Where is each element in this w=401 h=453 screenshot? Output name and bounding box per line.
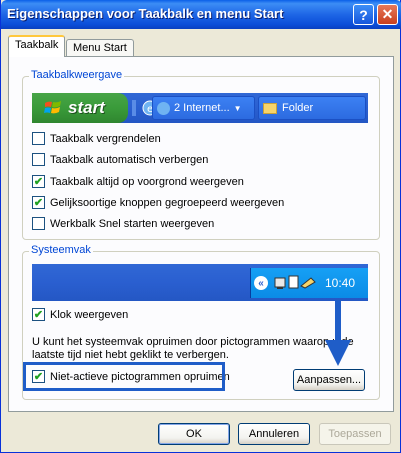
checkbox-verbergen[interactable] [32, 153, 45, 166]
clock-display: 10:40 [325, 276, 356, 290]
taskbar-item-internet: 2 Internet... ▼ [152, 96, 255, 120]
taskbar-item-folder: Folder [258, 96, 366, 120]
help-button[interactable]: ? [353, 4, 374, 25]
option-gegroepeerd[interactable]: ✔ Gelijksoortige knoppen gegroepeerd wee… [32, 196, 284, 209]
option-voorgrond-label: Taakbalk altijd op voorgrond weergeven [50, 175, 244, 188]
option-vergrendelen-label: Taakbalk vergrendelen [50, 132, 161, 145]
taskbar-item-internet-label: 2 Internet... [174, 102, 230, 114]
tab-menu-start[interactable]: Menu Start [66, 39, 134, 57]
start-label: start [68, 98, 105, 117]
arrow-down-icon [325, 300, 351, 366]
cancel-button[interactable]: Annuleren [238, 423, 310, 445]
tray-preview: « 10:40 [32, 264, 368, 301]
windows-logo-icon [44, 101, 61, 114]
ok-button[interactable]: OK [158, 423, 230, 445]
taskbar-preview: start e 2 Internet... ▼ Folder [32, 93, 368, 123]
option-snel-starten-label: Werkbalk Snel starten weergeven [50, 217, 215, 230]
option-verbergen-label: Taakbalk automatisch verbergen [50, 153, 209, 166]
highlight-annotation-box [23, 362, 225, 391]
folder-icon [263, 102, 277, 114]
option-verbergen[interactable]: Taakbalk automatisch verbergen [32, 153, 208, 166]
internet-explorer-icon [157, 101, 170, 115]
chevron-down-icon: ▼ [233, 103, 242, 113]
option-vergrendelen[interactable]: Taakbalk vergrendelen [32, 132, 161, 145]
taskbar-item-folder-label: Folder [282, 102, 314, 114]
checkbox-gegroepeerd[interactable]: ✔ [32, 196, 45, 209]
tray-icons [274, 275, 316, 289]
checkbox-snel-starten[interactable] [32, 217, 45, 230]
start-button-preview: start [32, 93, 128, 123]
option-klok[interactable]: ✔ Klok weergeven [32, 308, 128, 321]
option-gegroepeerd-label: Gelijksoortige knoppen gegroepeerd weerg… [50, 196, 285, 209]
notification-area: « 10:40 [250, 268, 368, 298]
close-button[interactable]: ✕ [377, 4, 398, 25]
systeemvak-info-text: U kunt het systeemvak opruimen door pict… [32, 336, 354, 361]
option-snel-starten[interactable]: Werkbalk Snel starten weergeven [32, 217, 214, 230]
checkbox-klok[interactable]: ✔ [32, 308, 45, 321]
title-bar[interactable]: Eigenschappen voor Taakbalk en menu Star… [1, 0, 401, 29]
customize-button[interactable]: Aanpassen... [293, 369, 365, 391]
checkbox-vergrendelen[interactable] [32, 132, 45, 145]
taakbalk-group-legend: Taakbalkweergave [29, 69, 125, 81]
systeemvak-group-legend: Systeemvak [29, 244, 93, 256]
tab-taakbalk[interactable]: Taakbalk [8, 35, 66, 57]
option-voorgrond[interactable]: ✔ Taakbalk altijd op voorgrond weergeven [32, 175, 244, 188]
checkbox-voorgrond[interactable]: ✔ [32, 175, 45, 188]
apply-button[interactable]: Toepassen [319, 423, 391, 445]
chevron-left-icon: « [254, 276, 268, 290]
properties-window: Eigenschappen voor Taakbalk en menu Star… [0, 0, 401, 453]
option-klok-label: Klok weergeven [50, 308, 129, 321]
window-title: Eigenschappen voor Taakbalk en menu Star… [7, 6, 284, 21]
